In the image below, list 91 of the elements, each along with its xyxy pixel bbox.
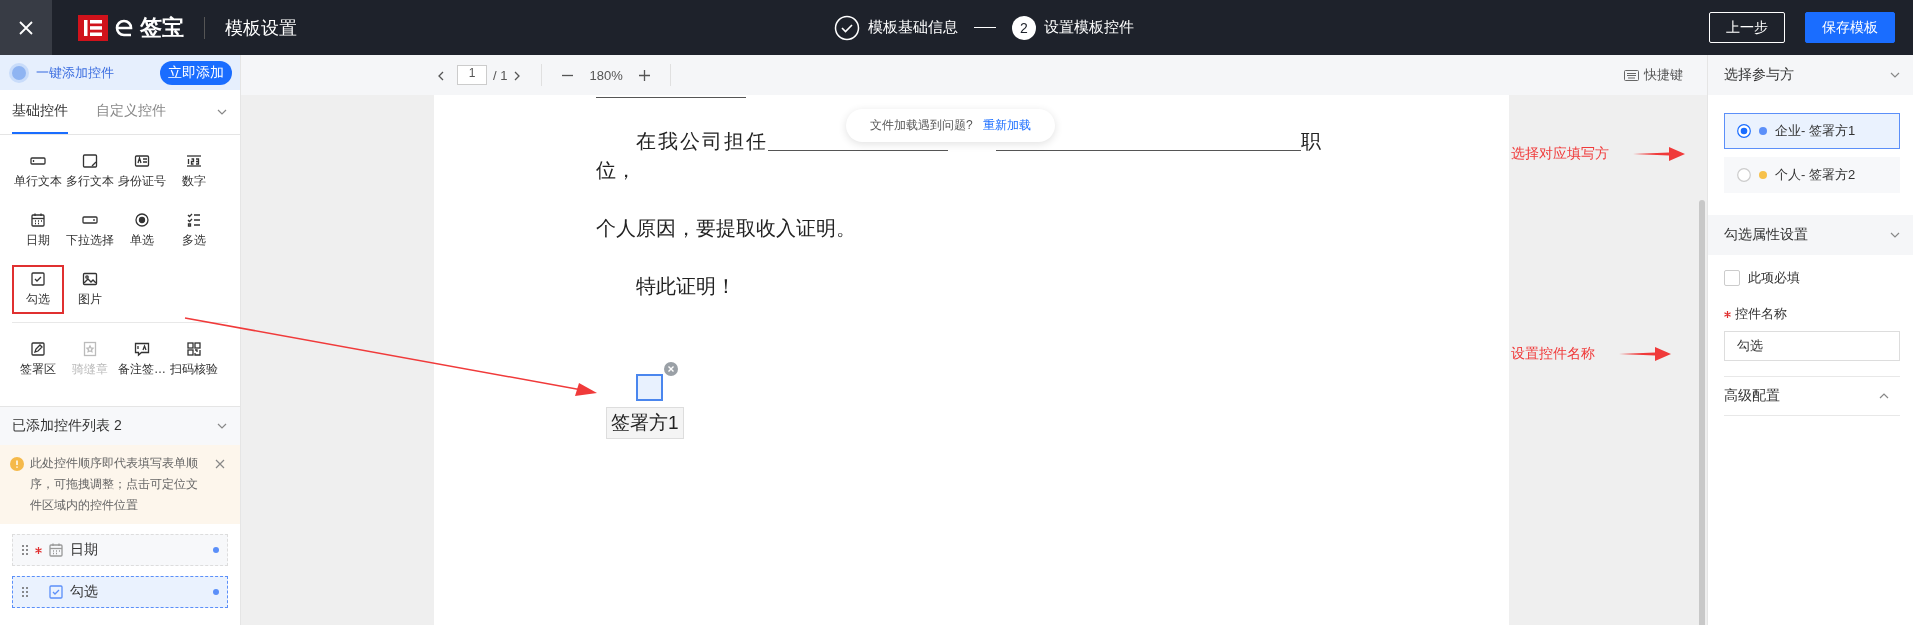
- status-dot: [213, 547, 219, 553]
- document-text: 特此证明！: [635, 274, 736, 299]
- control-item[interactable]: 扫码核验: [168, 335, 220, 384]
- toast-text: 文件加载遇到问题?: [870, 117, 973, 134]
- control-item[interactable]: 多行文本: [64, 147, 116, 196]
- control-item[interactable]: 日期: [12, 206, 64, 255]
- keyboard-icon: [1624, 69, 1639, 81]
- radio-icon[interactable]: [1737, 124, 1751, 138]
- annotation-text: 选择对应填写方: [1511, 145, 1609, 163]
- page-input[interactable]: 1: [457, 65, 487, 85]
- step-label: 设置模板控件: [1044, 18, 1134, 37]
- reload-link[interactable]: 重新加载: [982, 117, 1031, 134]
- section-title: 勾选属性设置: [1724, 226, 1808, 244]
- control-item[interactable]: 数字: [168, 147, 220, 196]
- item-label: 日期: [70, 541, 98, 559]
- control-item[interactable]: 图片: [64, 265, 116, 314]
- chevron-right-icon: [513, 70, 522, 81]
- step-number: 2: [1012, 15, 1036, 40]
- required-icon: [35, 546, 42, 554]
- calendar-icon: [48, 542, 64, 558]
- radio-icon: [134, 212, 150, 228]
- plus-icon: [638, 69, 650, 81]
- control-item[interactable]: 勾选: [12, 265, 64, 314]
- tab[interactable]: 基础控件: [12, 90, 68, 134]
- add-now-button[interactable]: 立即添加: [160, 60, 232, 85]
- ai-icon: [8, 61, 30, 84]
- number-icon: [186, 153, 202, 169]
- added-control-item[interactable]: 日期: [12, 534, 228, 566]
- image-icon: [82, 271, 98, 287]
- text-area-icon: [82, 153, 98, 169]
- document-text: 位，: [596, 158, 636, 183]
- control-item[interactable]: 多选: [168, 206, 220, 255]
- logo-icon: [78, 14, 108, 41]
- checkbox-label: 此项必填: [1748, 269, 1800, 287]
- back-button[interactable]: 上一步: [1709, 12, 1785, 43]
- radio-icon[interactable]: [1737, 168, 1751, 182]
- party-label: 个人- 签署方2: [1775, 166, 1856, 184]
- added-control-item[interactable]: 勾选: [12, 576, 228, 608]
- item-label: 勾选: [70, 583, 98, 601]
- party-option[interactable]: 个人- 签署方2: [1724, 157, 1900, 193]
- document-text: 职: [1301, 129, 1323, 154]
- drag-handle-icon[interactable]: [21, 544, 29, 556]
- section-title: 高级配置: [1724, 387, 1780, 405]
- status-dot: [213, 589, 219, 595]
- page-title: 模板设置: [225, 16, 297, 40]
- calendar-icon: [30, 212, 46, 228]
- control-item[interactable]: 备注签…: [116, 335, 168, 384]
- close-button[interactable]: [0, 0, 52, 55]
- zoom-level: 180%: [589, 67, 623, 83]
- remove-icon[interactable]: [664, 362, 678, 376]
- close-icon: [18, 19, 34, 36]
- chevron-left-icon: [437, 70, 445, 81]
- required-icon: [1724, 310, 1731, 318]
- name-input[interactable]: 勾选: [1724, 331, 1900, 361]
- control-item[interactable]: 单行文本: [12, 147, 64, 196]
- save-button[interactable]: 保存模板: [1805, 12, 1895, 43]
- section-title: 选择参与方: [1724, 66, 1794, 84]
- party-option[interactable]: 企业- 签署方1: [1724, 113, 1900, 149]
- control-item[interactable]: 身份证号: [116, 147, 168, 196]
- document-text: 个人原因，要提取收入证明。: [596, 216, 856, 241]
- field-label: 控件名称: [1735, 305, 1787, 323]
- logo-mark-icon: [114, 17, 134, 38]
- checkbox-widget[interactable]: [636, 374, 663, 401]
- document-text: 在我公司担任: [635, 129, 768, 154]
- scrollbar[interactable]: [1699, 200, 1705, 625]
- checkbox-icon: [48, 584, 64, 600]
- control-item[interactable]: 签署区: [12, 335, 64, 384]
- checkbox-icon: [30, 271, 46, 287]
- control-item[interactable]: 单选: [116, 206, 168, 255]
- pen-icon: [30, 341, 46, 357]
- step-label: 模板基础信息: [868, 18, 958, 37]
- notice-text: 此处控件顺序即代表填写表单顺序，可拖拽调整；点击可定位文件区域内的控件位置: [30, 455, 199, 514]
- stamp-icon: [82, 341, 98, 357]
- shortcut-button[interactable]: 快捷键: [1618, 65, 1689, 85]
- drag-handle-icon[interactable]: [21, 586, 29, 598]
- close-icon[interactable]: [215, 459, 225, 469]
- ai-text: 一键添加控件: [36, 63, 114, 82]
- tab[interactable]: 自定义控件: [96, 90, 166, 134]
- comment-icon: [134, 341, 150, 357]
- annotation-text: 设置控件名称: [1511, 345, 1595, 363]
- id-card-icon: [134, 153, 150, 169]
- checklist-icon: [186, 212, 202, 228]
- info-icon: [10, 457, 24, 471]
- qr-icon: [186, 341, 202, 357]
- logo-text: 签宝: [140, 13, 184, 42]
- section-title: 已添加控件列表 2: [12, 417, 122, 435]
- party-label: 企业- 签署方1: [1775, 122, 1856, 140]
- checkbox[interactable]: [1724, 270, 1740, 286]
- signer-label: 签署方1: [606, 407, 684, 439]
- control-item[interactable]: 下拉选择: [64, 206, 116, 255]
- page-total: / 1: [493, 67, 508, 83]
